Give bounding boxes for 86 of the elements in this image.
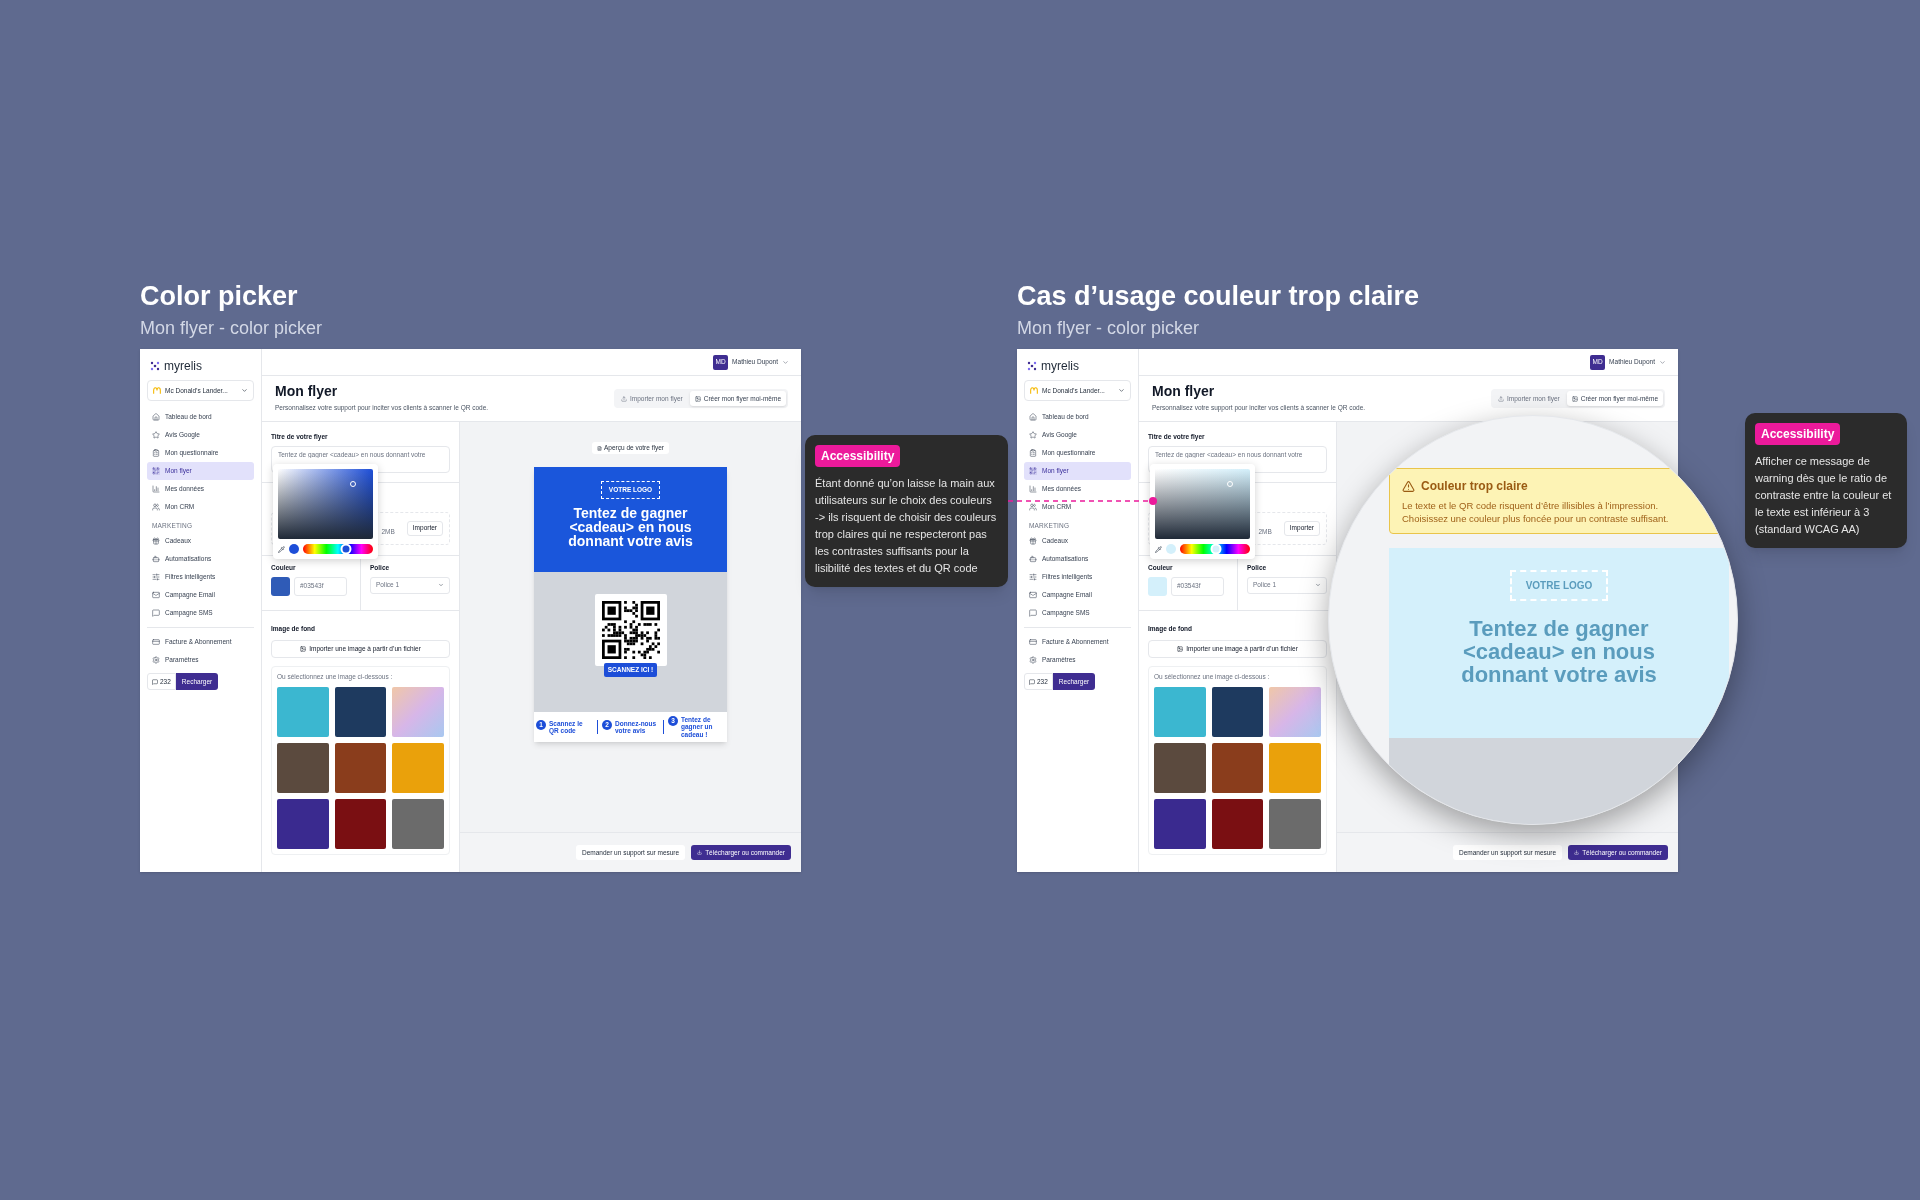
flyer-headline: Tentez de gagner <cadeau> en nous donnant votre avis <box>567 505 694 548</box>
photo-placeholder[interactable] <box>1154 743 1206 794</box>
users-icon <box>152 503 160 511</box>
color-swatch[interactable] <box>271 576 290 596</box>
photo-placeholder[interactable] <box>334 743 387 794</box>
section-title: Color picker <box>140 280 299 312</box>
logo-icon <box>1027 361 1037 371</box>
eyedropper-icon[interactable] <box>278 545 285 553</box>
robot-icon <box>1029 555 1037 563</box>
home-icon <box>1029 413 1037 421</box>
photo-placeholder[interactable] <box>1211 743 1264 794</box>
arches-logo-icon <box>1030 387 1038 394</box>
qr-code-icon <box>152 467 160 475</box>
users-icon <box>1029 503 1037 511</box>
chevron-icon <box>1659 358 1666 366</box>
logo-field: VOTRE LOGO <box>1509 570 1609 601</box>
credit-card-icon <box>152 638 160 646</box>
photo-placeholder[interactable] <box>1154 799 1206 850</box>
page-title: Mon flyer <box>1152 384 1216 399</box>
arches-logo-icon <box>153 387 161 394</box>
chat-bubble-icon <box>152 678 158 685</box>
hue-slider[interactable] <box>1180 544 1250 554</box>
upload-icon <box>1497 395 1504 402</box>
saturation-area[interactable] <box>1155 469 1250 539</box>
photo-placeholder[interactable] <box>277 743 329 794</box>
mail-icon <box>1029 591 1037 599</box>
upload-icon <box>620 395 627 402</box>
settings-icon <box>152 656 160 664</box>
settings-icon <box>1029 656 1037 664</box>
chevron-icon <box>1118 387 1125 394</box>
slider-thumb[interactable] <box>1210 543 1222 555</box>
eyedropper-icon[interactable] <box>1155 545 1162 553</box>
photo-placeholder[interactable] <box>1211 687 1264 738</box>
document-icon <box>597 445 602 451</box>
home-icon <box>152 413 160 421</box>
logo-icon <box>150 361 160 371</box>
sliders-icon <box>1029 573 1037 581</box>
photo-placeholder[interactable] <box>1211 799 1264 850</box>
slider-thumb[interactable] <box>340 543 352 555</box>
warning-text: Le texte et le QR code risquent d’être illisibles à l’impression. Choisissez une couleur plus foncée pour un contraste suffisant. <box>1402 499 1670 525</box>
qr-code <box>601 601 660 659</box>
section-subtitle: Mon flyer - color picker <box>1017 317 1201 340</box>
chevron-icon <box>438 582 444 588</box>
sliders-icon <box>152 573 160 581</box>
chevron-icon <box>241 387 248 394</box>
chevron-icon <box>782 358 789 366</box>
image-icon <box>300 645 307 652</box>
credit-card-icon <box>1029 638 1037 646</box>
photo-placeholder[interactable] <box>334 799 387 850</box>
clipboard-icon <box>1029 449 1037 457</box>
gift-icon <box>1029 537 1037 545</box>
chat-bubble-icon <box>1029 678 1035 685</box>
photo-placeholder[interactable] <box>277 799 329 850</box>
brand-name: myrelis <box>1041 360 1079 372</box>
saturation-area[interactable] <box>278 469 373 539</box>
chevron-icon <box>1315 582 1321 588</box>
image-icon <box>1571 395 1578 402</box>
hue-slider[interactable] <box>303 544 373 554</box>
clipboard-icon <box>152 449 160 457</box>
warning-title: Couleur trop claire <box>1421 478 1528 495</box>
note-badge: Accessibility <box>815 445 901 467</box>
mail-icon <box>152 591 160 599</box>
page-title: Mon flyer <box>275 384 339 399</box>
image-icon <box>1177 645 1184 652</box>
bar-chart-icon <box>1029 485 1037 493</box>
note-badge: Accessibility <box>1755 423 1841 445</box>
gift-icon <box>152 537 160 545</box>
note-text: Étant donné qu’on laisse la main aux utilisateurs sur le choix des couleurs -> ils risquent de choisir des couleurs trop claires qui ne respecteront pas les contrastes suffisants pour la lisibilité des textes et du QR code <box>815 476 998 576</box>
section-title: Cas d’usage couleur trop claire <box>1017 280 1421 312</box>
star-icon <box>1029 431 1037 439</box>
flyer-headline: Tentez de gagner <cadeau> en nous donnant votre avis <box>1460 617 1658 686</box>
section-subtitle: Mon flyer - color picker <box>140 317 324 340</box>
warning-icon <box>1402 479 1415 493</box>
photo-placeholder[interactable] <box>334 687 387 738</box>
chat-bubble-icon <box>1029 609 1037 617</box>
robot-icon <box>152 555 160 563</box>
qr-code-icon <box>1029 467 1037 475</box>
star-icon <box>152 431 160 439</box>
bar-chart-icon <box>152 485 160 493</box>
download-icon <box>1574 850 1580 855</box>
brand-name: myrelis <box>164 360 202 372</box>
download-icon <box>697 850 703 855</box>
color-swatch[interactable] <box>1148 576 1167 596</box>
note-text: Afficher ce message de warning dès que le ratio de contraste entre la couleur et le texte est inférieur à 3 (standard WCAG AA) <box>1755 454 1893 537</box>
image-icon <box>694 395 701 402</box>
chat-bubble-icon <box>152 609 160 617</box>
